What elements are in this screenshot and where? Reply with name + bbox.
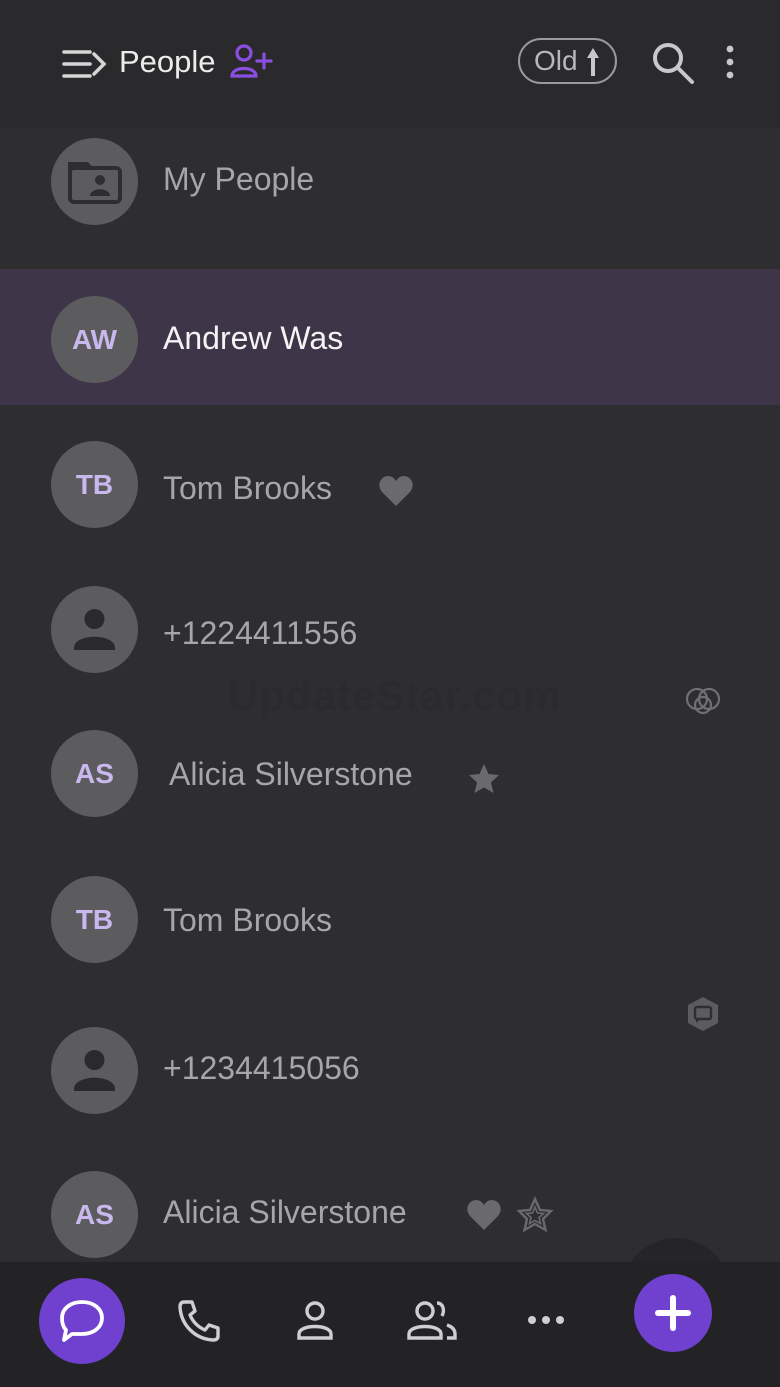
list-item[interactable]: TB Tom Brooks bbox=[0, 863, 780, 993]
star-outline-icon bbox=[516, 1196, 554, 1233]
contact-name: Alicia Silverstone bbox=[163, 1194, 407, 1230]
avatar: AS bbox=[51, 1171, 138, 1258]
heart-icon bbox=[467, 1200, 501, 1230]
group-label: My People bbox=[163, 161, 315, 197]
avatar: TB bbox=[51, 441, 138, 528]
page-title: People bbox=[119, 44, 216, 79]
chat-badge-icon bbox=[688, 997, 718, 1031]
contact-name: +1234415056 bbox=[163, 1050, 360, 1086]
heart-icon bbox=[379, 476, 413, 506]
sort-order-button[interactable]: Old bbox=[518, 38, 617, 84]
person-icon bbox=[74, 1050, 115, 1091]
more-horizontal-icon[interactable] bbox=[526, 1310, 566, 1330]
avatar bbox=[51, 138, 138, 225]
list-item[interactable]: TB Tom Brooks bbox=[0, 428, 780, 558]
avatar: AS bbox=[51, 730, 138, 817]
contact-name: Andrew Was bbox=[163, 320, 344, 356]
avatar bbox=[51, 1027, 138, 1114]
app-bar: People Old bbox=[0, 0, 780, 128]
chat-icon bbox=[60, 1300, 104, 1342]
add-person-icon[interactable] bbox=[228, 42, 276, 82]
person-icon bbox=[74, 609, 115, 650]
add-button[interactable] bbox=[634, 1274, 712, 1352]
folder-person-icon bbox=[68, 162, 122, 204]
person-icon[interactable] bbox=[293, 1298, 337, 1342]
watermark: UpdateStar.com bbox=[228, 672, 562, 719]
nav-chats-button[interactable] bbox=[39, 1278, 125, 1364]
phone-icon[interactable] bbox=[176, 1298, 222, 1344]
contact-name: Tom Brooks bbox=[163, 902, 332, 938]
more-vertical-icon[interactable] bbox=[718, 44, 742, 82]
list-item[interactable]: AW Andrew Was bbox=[0, 269, 780, 405]
list-item[interactable]: +1234415056 bbox=[0, 997, 780, 1143]
plus-icon bbox=[655, 1295, 691, 1331]
sort-menu-icon[interactable] bbox=[60, 46, 108, 82]
star-icon bbox=[469, 764, 499, 793]
avatar: AW bbox=[51, 296, 138, 383]
avatar bbox=[51, 586, 138, 673]
search-icon[interactable] bbox=[650, 40, 696, 86]
contact-name: Alicia Silverstone bbox=[169, 756, 413, 792]
sort-order-label: Old bbox=[534, 45, 578, 76]
circles-icon bbox=[685, 687, 721, 715]
arrow-up-icon bbox=[587, 48, 599, 76]
group-row-my-people[interactable]: My People bbox=[0, 128, 780, 268]
avatar: TB bbox=[51, 876, 138, 963]
list-item[interactable]: AS Alicia Silverstone bbox=[0, 718, 780, 848]
group-icon[interactable] bbox=[405, 1298, 459, 1342]
contact-name: +1224411556 bbox=[163, 615, 358, 651]
contact-name: Tom Brooks bbox=[163, 470, 332, 506]
